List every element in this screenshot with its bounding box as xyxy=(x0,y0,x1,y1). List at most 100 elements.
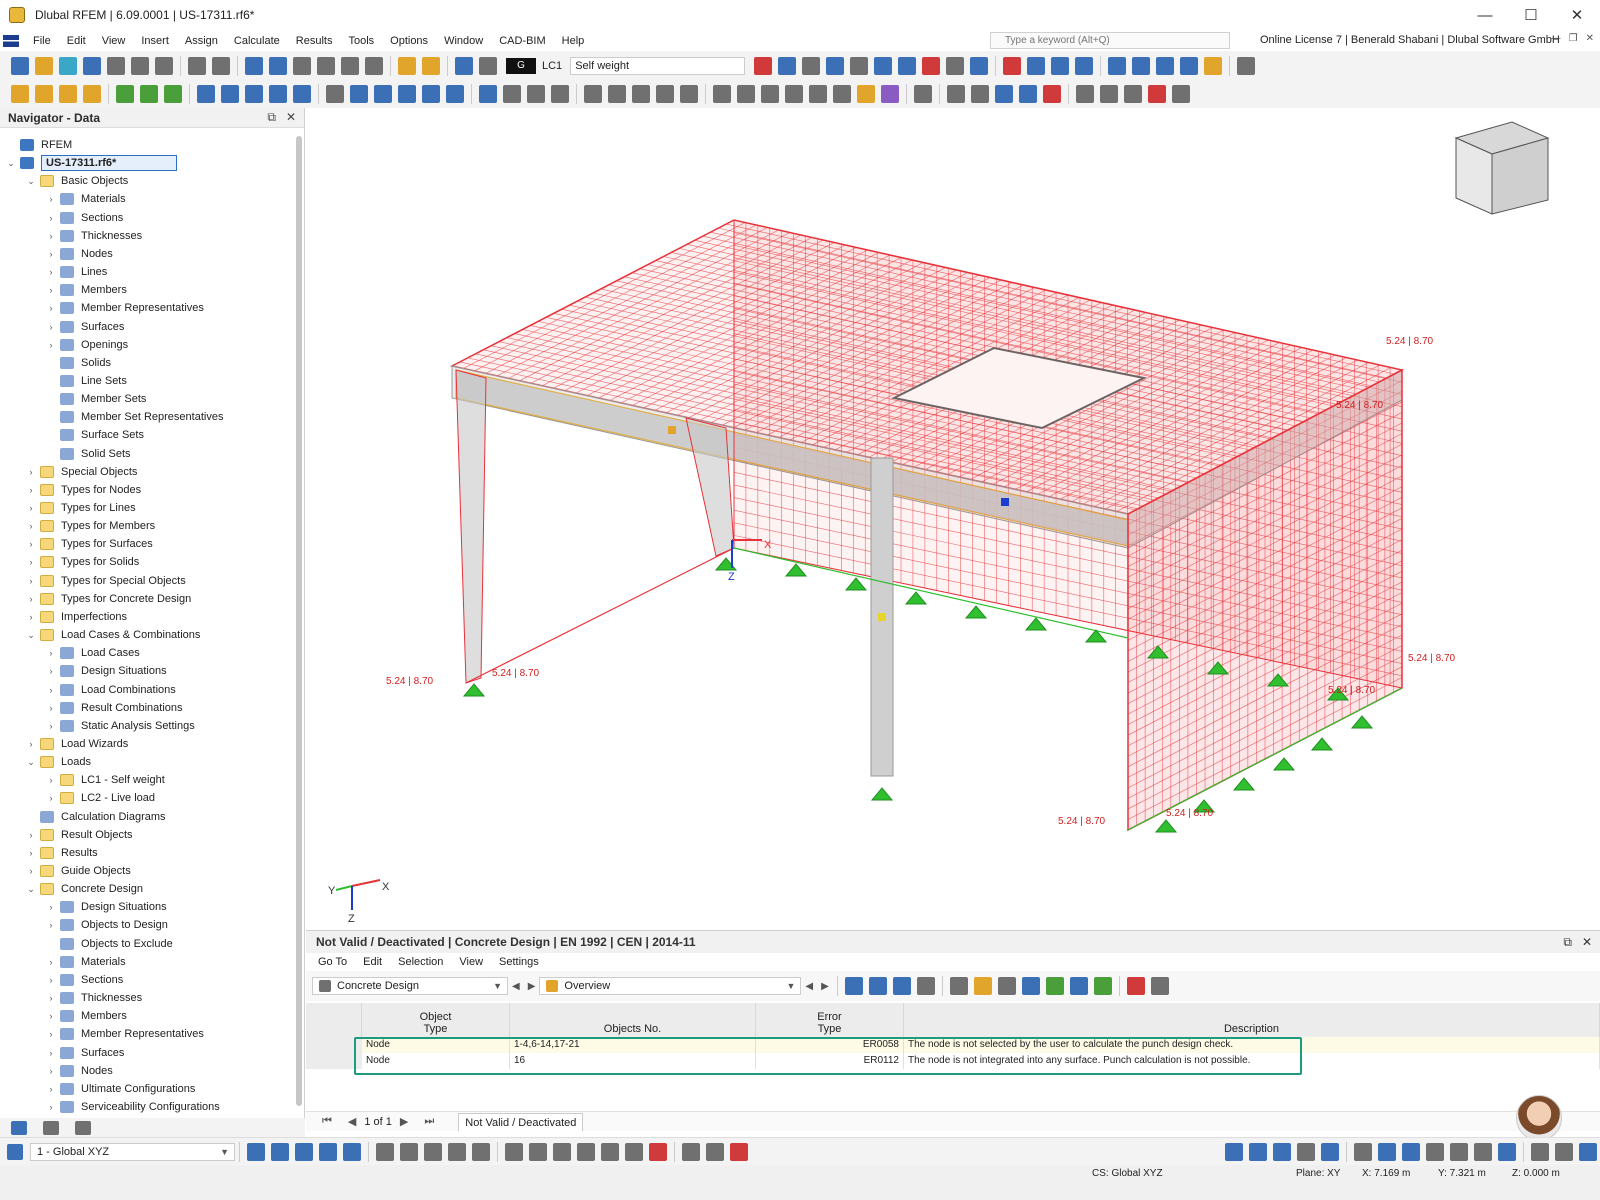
trim-icon[interactable] xyxy=(785,84,803,103)
col-description[interactable]: Description xyxy=(904,1003,1600,1037)
navigator-close-icon[interactable]: ✕ xyxy=(286,110,296,125)
menu-file[interactable]: File xyxy=(25,35,59,47)
hide-icon[interactable] xyxy=(1043,84,1061,103)
tree-item[interactable]: › Types for Members xyxy=(0,517,290,535)
chevron-right-icon[interactable]: › xyxy=(46,1084,56,1094)
load-member-icon[interactable] xyxy=(850,56,869,75)
view-y-icon[interactable] xyxy=(1132,56,1151,75)
next-page-icon[interactable]: ▶ xyxy=(400,1115,408,1128)
menu-window[interactable]: Window xyxy=(436,35,491,47)
view-cube[interactable] xyxy=(1454,121,1550,215)
layout-icon[interactable] xyxy=(1579,1142,1597,1161)
menu-edit[interactable]: Edit xyxy=(59,35,94,47)
clear-selection-icon[interactable] xyxy=(1126,977,1145,995)
support-icon[interactable] xyxy=(1272,757,1296,771)
axis-icon[interactable] xyxy=(1354,1142,1372,1161)
chevron-right-icon[interactable]: › xyxy=(26,521,36,531)
ortho-icon[interactable] xyxy=(1249,1142,1267,1161)
menu-results[interactable]: Results xyxy=(288,35,341,47)
support-icon[interactable] xyxy=(964,605,988,619)
symmetry-icon[interactable] xyxy=(1124,84,1142,103)
solid-icon[interactable] xyxy=(245,84,263,103)
chevron-right-icon[interactable]: › xyxy=(26,612,36,622)
tree-item[interactable]: › Types for Special Objects xyxy=(0,572,290,590)
3d-viewport[interactable]: X Z 5.24 | 8.70 5.24 | 8.70 5.24 | 8.70 … xyxy=(306,108,1600,930)
chevron-right-icon[interactable]: › xyxy=(46,194,56,204)
extend-icon[interactable] xyxy=(761,84,779,103)
menu-cad-bim[interactable]: CAD-BIM xyxy=(491,35,553,47)
move-icon[interactable] xyxy=(326,84,344,103)
join-icon[interactable] xyxy=(809,84,827,103)
chevron-right-icon[interactable]: › xyxy=(26,739,36,749)
table-filter-icon[interactable] xyxy=(1069,977,1088,995)
next-module-icon[interactable]: ▶ xyxy=(528,981,536,992)
chevron-down-icon[interactable]: ⌄ xyxy=(26,884,36,895)
menu-view[interactable]: View xyxy=(94,35,134,47)
snap-icon[interactable] xyxy=(608,84,626,103)
support-icon[interactable] xyxy=(1024,617,1048,631)
tree-item[interactable]: › Openings xyxy=(0,336,290,354)
midpoint-snap-icon[interactable] xyxy=(1474,1142,1492,1161)
cs-icon[interactable] xyxy=(7,1143,23,1160)
menu-options[interactable]: Options xyxy=(382,35,436,47)
guide-line-icon[interactable] xyxy=(584,84,602,103)
menu-tools[interactable]: Tools xyxy=(340,35,382,47)
chevron-right-icon[interactable]: › xyxy=(46,1011,56,1021)
divide-icon[interactable] xyxy=(737,84,755,103)
connect-icon[interactable] xyxy=(833,84,851,103)
perpendicular-icon[interactable] xyxy=(1321,1142,1339,1161)
chevron-down-icon[interactable]: ⌄ xyxy=(26,176,36,187)
tree-item[interactable]: › Types for Surfaces xyxy=(0,535,290,553)
redo-icon[interactable] xyxy=(212,56,230,75)
draw-arc-icon[interactable] xyxy=(529,1142,547,1161)
tree-item[interactable]: ⌄ Basic Objects xyxy=(0,172,290,190)
view-iso-icon[interactable] xyxy=(1027,56,1046,75)
chevron-right-icon[interactable]: › xyxy=(46,340,56,350)
col-objects-no[interactable]: Objects No. xyxy=(510,1003,756,1037)
tree-item[interactable]: › Load Wizards xyxy=(0,735,290,753)
support-icon[interactable] xyxy=(1232,777,1256,791)
tree-item[interactable]: › Nodes xyxy=(0,1062,290,1080)
navigator-scrollbar[interactable] xyxy=(296,136,302,1106)
chevron-right-icon[interactable]: › xyxy=(46,231,56,241)
tree-item[interactable]: Surface Sets xyxy=(0,426,290,444)
view-cube-icon[interactable] xyxy=(1075,56,1094,75)
node-tool-icon[interactable] xyxy=(11,84,29,103)
tree-item[interactable]: › Materials xyxy=(0,953,290,971)
panel-menu-settings[interactable]: Settings xyxy=(491,956,547,968)
workplane-xy-icon[interactable] xyxy=(1378,1142,1396,1161)
structure-model[interactable]: X Z 5.24 | 8.70 5.24 | 8.70 5.24 | 8.70 … xyxy=(306,108,1600,930)
decimals-icon[interactable] xyxy=(916,977,935,995)
new-file-icon[interactable] xyxy=(11,56,29,75)
tree-item[interactable]: › Sections xyxy=(0,971,290,989)
chevron-right-icon[interactable]: › xyxy=(26,830,36,840)
draw-cross-icon[interactable] xyxy=(649,1142,667,1161)
link-icon[interactable] xyxy=(1100,84,1118,103)
last-page-icon[interactable]: ⏭ xyxy=(424,1115,434,1128)
tree-item[interactable]: › LC1 - Self weight xyxy=(0,771,290,789)
prev-page-icon[interactable]: ◀ xyxy=(348,1115,356,1128)
tree-item[interactable]: › Result Objects xyxy=(0,826,290,844)
tree-item[interactable]: › Serviceability Configurations xyxy=(0,1098,290,1116)
save-icon[interactable] xyxy=(107,56,125,75)
mirror-icon[interactable] xyxy=(398,84,416,103)
tree-item[interactable]: › Sections xyxy=(0,209,290,227)
chevron-right-icon[interactable]: › xyxy=(46,1066,56,1076)
tree-item[interactable]: › Lines xyxy=(0,263,290,281)
data-tab-icon[interactable] xyxy=(11,1120,27,1135)
chevron-right-icon[interactable]: › xyxy=(46,920,56,930)
select-type-icon[interactable] xyxy=(448,1142,466,1161)
menu-help[interactable]: Help xyxy=(554,35,593,47)
view-x-icon[interactable] xyxy=(1108,56,1127,75)
marker-icon[interactable] xyxy=(881,84,899,103)
inner-minimize-icon[interactable]: — xyxy=(1551,33,1561,44)
square-snap-icon[interactable] xyxy=(1426,1142,1444,1161)
chevron-right-icon[interactable]: › xyxy=(46,648,56,658)
imposed-icon[interactable] xyxy=(922,56,941,75)
load-line-icon[interactable] xyxy=(826,56,845,75)
lock-icon[interactable] xyxy=(1076,84,1094,103)
snap-surface-icon[interactable] xyxy=(319,1142,337,1161)
tree-item[interactable]: › Member Representatives xyxy=(0,299,290,317)
mesh-icon[interactable] xyxy=(293,84,311,103)
chevron-right-icon[interactable]: › xyxy=(46,267,56,277)
